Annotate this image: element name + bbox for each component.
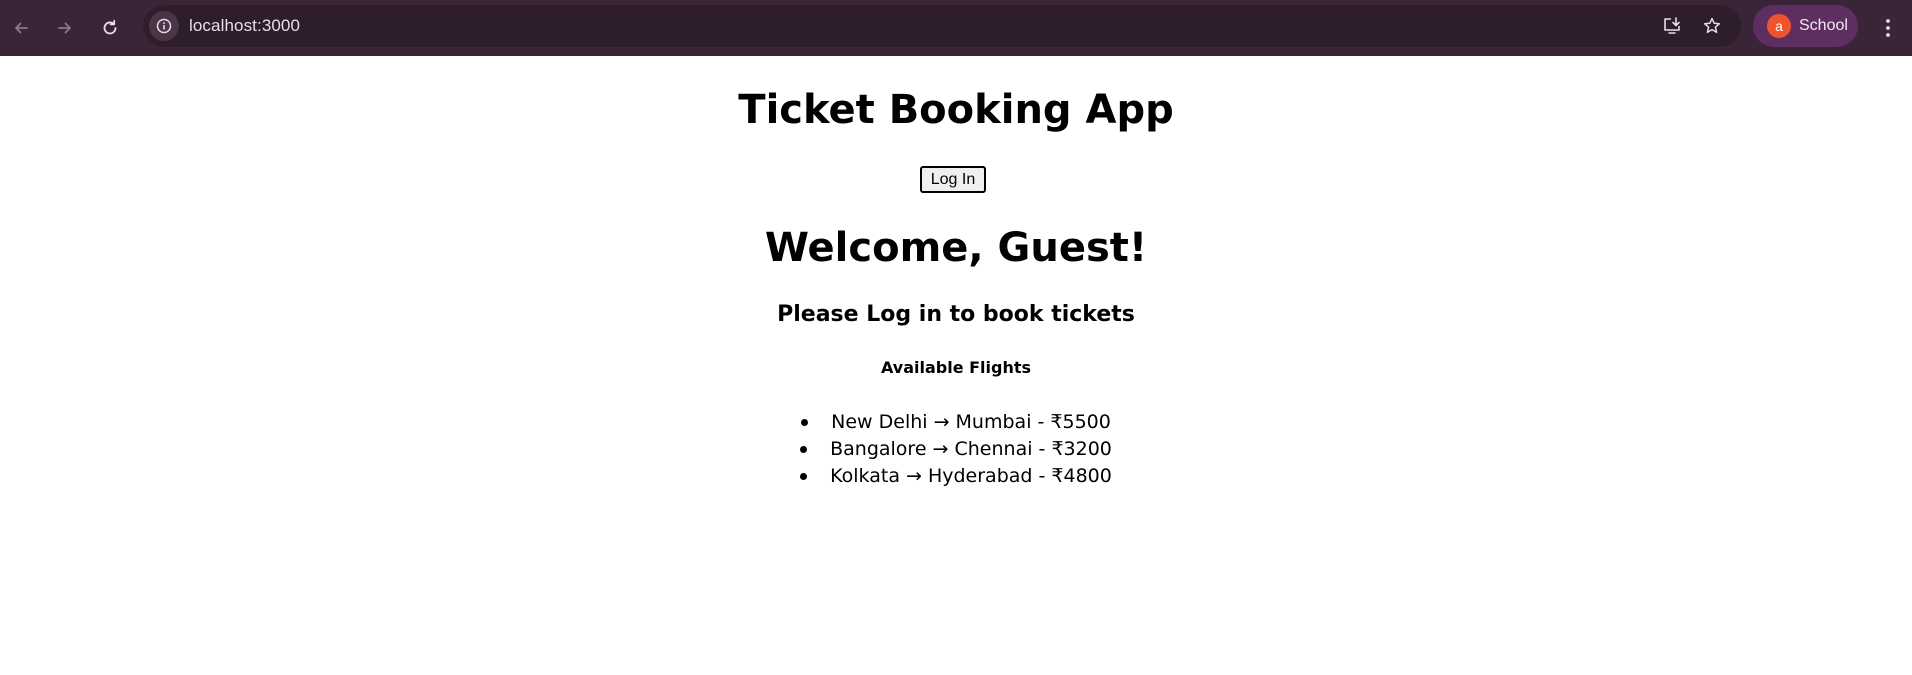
flight-list: New Delhi → Mumbai - ₹5500 Bangalore → C… xyxy=(0,409,1912,490)
profile-name: School xyxy=(1799,17,1848,34)
back-arrow-icon xyxy=(15,22,28,34)
forward-arrow-icon xyxy=(58,22,71,34)
url-text[interactable]: localhost:3000 xyxy=(189,5,300,47)
flight-label: Bangalore → Chennai - ₹3200 xyxy=(830,438,1112,460)
avatar: a xyxy=(1767,14,1791,38)
welcome-heading: Welcome, Guest! xyxy=(764,225,1148,271)
bullet-icon xyxy=(801,419,809,426)
bullet-icon xyxy=(800,446,808,453)
reload-icon xyxy=(103,19,117,35)
login-prompt: Please Log in to book tickets xyxy=(777,302,1135,327)
profile-button[interactable]: a School xyxy=(1753,5,1858,47)
page-title: Ticket Booking App xyxy=(738,87,1174,133)
browser-menu-button[interactable] xyxy=(1874,12,1902,44)
kebab-menu-icon xyxy=(1886,19,1890,37)
list-item: Kolkata → Hyderabad - ₹4800 xyxy=(0,463,1912,490)
forward-button[interactable] xyxy=(49,12,81,44)
install-app-button[interactable] xyxy=(1659,13,1685,39)
flight-label: Kolkata → Hyderabad - ₹4800 xyxy=(830,465,1112,487)
info-icon xyxy=(156,18,172,34)
list-item: New Delhi → Mumbai - ₹5500 xyxy=(0,409,1912,436)
page-content: Ticket Booking App Log In Welcome, Guest… xyxy=(0,56,1912,675)
reload-button[interactable] xyxy=(94,12,126,44)
browser-toolbar: localhost:3000 a School xyxy=(0,0,1912,56)
star-icon xyxy=(1703,17,1721,34)
back-button[interactable] xyxy=(5,12,37,44)
flight-label: New Delhi → Mumbai - ₹5500 xyxy=(831,411,1111,433)
login-button[interactable]: Log In xyxy=(920,166,986,193)
bullet-icon xyxy=(800,473,808,480)
address-bar[interactable]: localhost:3000 xyxy=(143,5,1741,47)
site-info-button[interactable] xyxy=(149,11,179,41)
list-item: Bangalore → Chennai - ₹3200 xyxy=(0,436,1912,463)
install-app-icon xyxy=(1664,17,1680,34)
flights-heading: Available Flights xyxy=(880,358,1032,377)
bookmark-button[interactable] xyxy=(1699,13,1725,39)
